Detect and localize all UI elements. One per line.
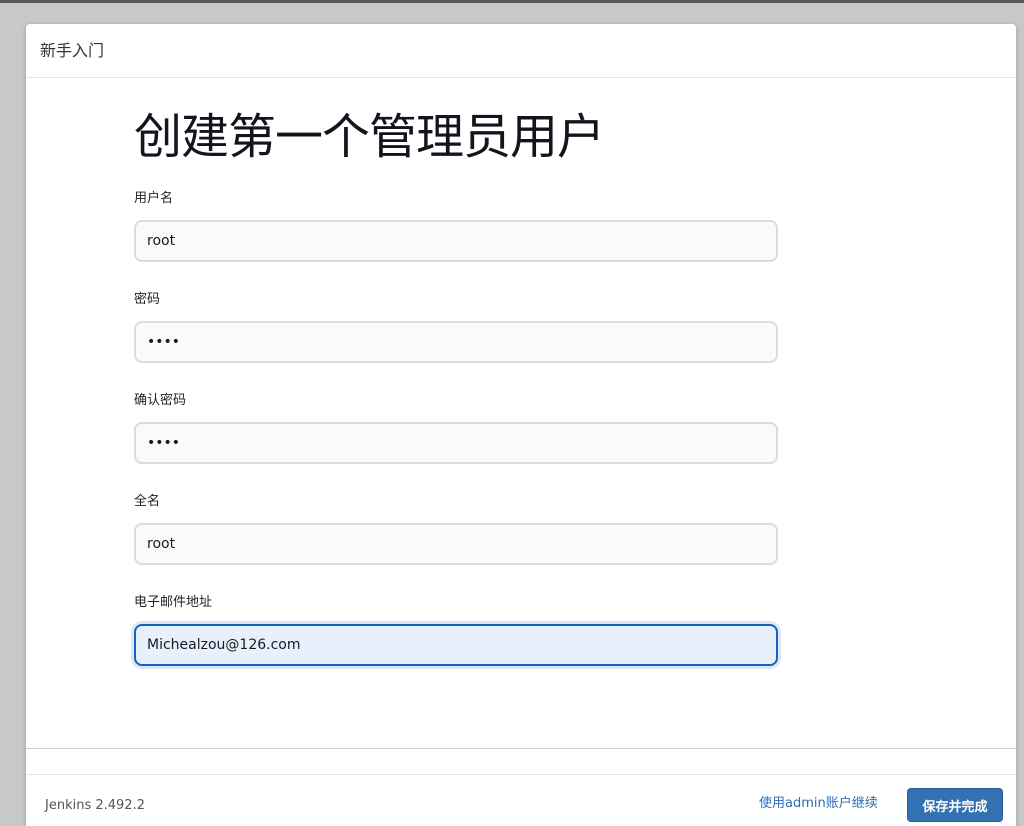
continue-as-admin-link[interactable]: 使用admin账户继续 (759, 795, 878, 813)
username-label: 用户名 (134, 191, 174, 206)
confirm-password-input[interactable] (134, 422, 778, 464)
window-top-border (0, 0, 1024, 3)
password-label: 密码 (134, 292, 161, 307)
content-divider (26, 748, 1016, 749)
email-input[interactable] (134, 624, 778, 666)
dialog-footer: Jenkins 2.492.2 使用admin账户继续 保存并完成 (26, 774, 1016, 826)
setup-dialog: 新手入门 创建第一个管理员用户 用户名 密码 确认密码 全名 电子邮件地址 Je… (26, 24, 1016, 826)
email-label: 电子邮件地址 (134, 595, 213, 610)
save-and-finish-button[interactable]: 保存并完成 (907, 788, 1003, 822)
dialog-title: 新手入门 (40, 41, 105, 60)
fullname-input[interactable] (134, 523, 778, 565)
confirm-password-label: 确认密码 (134, 393, 187, 408)
page-title: 创建第一个管理员用户 (134, 109, 605, 165)
version-label: Jenkins 2.492.2 (45, 798, 145, 813)
fullname-label: 全名 (134, 494, 161, 509)
username-input[interactable] (134, 220, 778, 262)
password-input[interactable] (134, 321, 778, 363)
dialog-header: 新手入门 (26, 24, 1016, 78)
